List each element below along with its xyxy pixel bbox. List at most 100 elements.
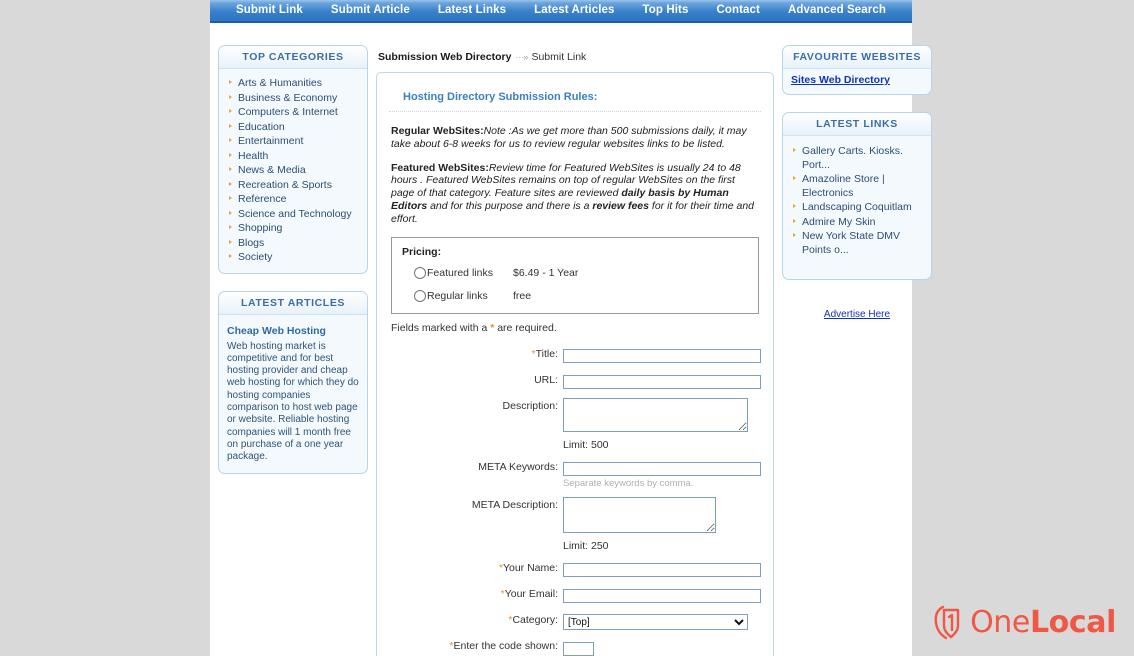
label-meta-keywords: META Keywords: xyxy=(389,459,563,473)
sidebar-item-entertainment[interactable]: Entertainment xyxy=(238,135,303,147)
sidebar-item-education[interactable]: Education xyxy=(238,121,285,133)
latest-link-landscaping-coquitlam[interactable]: Landscaping Coquitlam xyxy=(802,201,912,213)
top-categories-title: TOP CATEGORIES xyxy=(219,46,367,69)
sidebar-item-reference[interactable]: Reference xyxy=(238,193,286,205)
description-textarea[interactable] xyxy=(563,397,748,432)
sidebar-item-health[interactable]: Health xyxy=(238,150,268,162)
nav-item-advanced-search[interactable]: Advanced Search xyxy=(774,0,900,21)
breadcrumb-arrow-icon: ⋯» xyxy=(515,52,528,62)
favourite-websites-body: Sites Web Directory xyxy=(783,69,931,94)
advertise-here-link[interactable]: Advertise Here xyxy=(824,309,890,320)
sidebar-item-arts-humanities[interactable]: Arts & Humanities xyxy=(238,77,322,89)
url-input[interactable] xyxy=(563,375,761,390)
list-item[interactable]: Arts & Humanities xyxy=(227,76,361,90)
label-captcha: *Enter the code shown: xyxy=(389,638,563,652)
label-url-text: URL: xyxy=(534,373,558,386)
advertise-here-wrap: Advertise Here xyxy=(782,304,932,322)
list-item[interactable]: Landscaping Coquitlam xyxy=(791,200,925,214)
sidebar-item-shopping[interactable]: Shopping xyxy=(238,222,282,234)
list-item[interactable]: Society xyxy=(227,250,361,264)
captcha-input[interactable] xyxy=(563,641,594,656)
rules-heading: Hosting Directory Submission Rules: xyxy=(389,91,761,112)
onelocal-logo-icon xyxy=(934,605,960,640)
required-note-post: are required. xyxy=(494,321,557,334)
list-item[interactable]: News & Media xyxy=(227,163,361,177)
pricing-option-regular[interactable]: Regular links free xyxy=(414,289,748,302)
latest-link-admire-my-skin[interactable]: Admire My Skin xyxy=(802,216,876,228)
sidebar-item-society[interactable]: Society xyxy=(238,251,272,263)
field-row-category: *Category: [Top] xyxy=(389,612,761,631)
field-row-your-name: *Your Name: xyxy=(389,560,761,578)
breadcrumb-root[interactable]: Submission Web Directory xyxy=(378,51,511,63)
pricing-radio-regular[interactable] xyxy=(414,289,426,302)
pricing-title: Pricing: xyxy=(402,245,442,258)
list-item[interactable]: Blogs xyxy=(227,236,361,250)
label-captcha-text: Enter the code shown: xyxy=(453,640,558,653)
field-meta-keywords: Separate keywords by comma. xyxy=(563,459,761,489)
sidebar-item-news-media[interactable]: News & Media xyxy=(238,164,306,176)
submission-panel: Hosting Directory Submission Rules: Regu… xyxy=(376,72,774,656)
sidebar-item-science-technology[interactable]: Science and Technology xyxy=(238,208,352,220)
list-item[interactable]: Reference xyxy=(227,192,361,206)
breadcrumb-current: Submit Link xyxy=(531,51,587,63)
list-item[interactable]: New York State DMV Points o... xyxy=(791,229,925,256)
field-row-meta-description: META Description: Limit: 250 xyxy=(389,496,761,552)
list-item[interactable]: Science and Technology xyxy=(227,207,361,221)
list-item[interactable]: Entertainment xyxy=(227,134,361,148)
list-item[interactable]: Shopping xyxy=(227,221,361,235)
list-item[interactable]: Computers & Internet xyxy=(227,105,361,119)
field-row-your-email: *Your Email: xyxy=(389,586,761,604)
meta-keywords-input[interactable] xyxy=(563,462,761,477)
list-item[interactable]: Health xyxy=(227,149,361,163)
label-description-text: Description: xyxy=(502,399,558,412)
top-categories-box: TOP CATEGORIES Arts & Humanities Busines… xyxy=(218,45,368,274)
list-item[interactable]: Business & Economy xyxy=(227,91,361,105)
latest-link-gallery-carts[interactable]: Gallery Carts. Kiosks. Port... xyxy=(802,145,903,171)
latest-link-amazoline-store[interactable]: Amazoline Store | Electronics xyxy=(802,173,885,199)
label-title: *Title: xyxy=(389,346,563,360)
pricing-value-featured: $6.49 - 1 Year xyxy=(513,266,579,279)
pricing-option-featured[interactable]: Featured links $6.49 - 1 Year xyxy=(414,266,748,279)
label-meta-keywords-text: META Keywords: xyxy=(478,460,558,473)
field-row-meta-keywords: META Keywords: Separate keywords by comm… xyxy=(389,459,761,489)
meta-description-textarea[interactable] xyxy=(563,496,716,533)
your-name-input[interactable] xyxy=(563,563,761,578)
article-link-cheap-web-hosting[interactable]: Cheap Web Hosting xyxy=(227,325,361,337)
field-category: [Top] xyxy=(563,612,761,631)
list-item[interactable]: Education xyxy=(227,120,361,134)
latest-link-ny-dmv-points[interactable]: New York State DMV Points o... xyxy=(802,230,900,256)
title-input[interactable] xyxy=(563,349,761,364)
pricing-radio-featured[interactable] xyxy=(414,266,426,279)
sidebar-item-business-economy[interactable]: Business & Economy xyxy=(238,92,337,104)
main-navigation: Submit Link Submit Article Latest Links … xyxy=(210,0,912,23)
your-email-input[interactable] xyxy=(563,589,761,604)
nav-item-latest-articles[interactable]: Latest Articles xyxy=(520,0,628,21)
featured-websites-bold-2: review fees xyxy=(592,199,649,212)
nav-item-contact[interactable]: Contact xyxy=(702,0,774,21)
nav-item-top-hits[interactable]: Top Hits xyxy=(629,0,703,21)
field-your-name xyxy=(563,560,761,578)
list-item[interactable]: Admire My Skin xyxy=(791,215,925,229)
meta-description-limit: Limit: 250 xyxy=(563,539,609,552)
breadcrumb: Submission Web Directory ⋯» Submit Link xyxy=(378,51,774,63)
list-item[interactable]: Gallery Carts. Kiosks. Port... xyxy=(791,144,925,171)
field-captcha: This helps prevent automated registratio… xyxy=(563,638,761,656)
sidebar-item-recreation-sports[interactable]: Recreation & Sports xyxy=(238,179,332,191)
favourite-link-sites-web-directory[interactable]: Sites Web Directory xyxy=(789,71,925,90)
list-item[interactable]: Amazoline Store | Electronics xyxy=(791,172,925,199)
category-select[interactable]: [Top] xyxy=(563,614,748,631)
nav-item-latest-links[interactable]: Latest Links xyxy=(424,0,520,21)
favourite-websites-box: FAVOURITE WEBSITES Sites Web Directory xyxy=(782,45,932,95)
nav-item-submit-article[interactable]: Submit Article xyxy=(317,0,424,21)
sidebar-item-blogs[interactable]: Blogs xyxy=(238,237,264,249)
main-column: Submission Web Directory ⋯» Submit Link Ho… xyxy=(368,23,782,656)
label-category: *Category: xyxy=(389,612,563,626)
sidebar-item-computers-internet[interactable]: Computers & Internet xyxy=(238,106,338,118)
label-your-name-text: Your Name: xyxy=(502,561,558,574)
nav-item-submit-link[interactable]: Submit Link xyxy=(222,0,317,21)
field-row-url: URL: xyxy=(389,372,761,390)
list-item[interactable]: Recreation & Sports xyxy=(227,178,361,192)
label-description: Description: xyxy=(389,398,563,412)
label-your-email: *Your Email: xyxy=(389,586,563,600)
required-fields-note: Fields marked with a * are required. xyxy=(391,322,761,334)
